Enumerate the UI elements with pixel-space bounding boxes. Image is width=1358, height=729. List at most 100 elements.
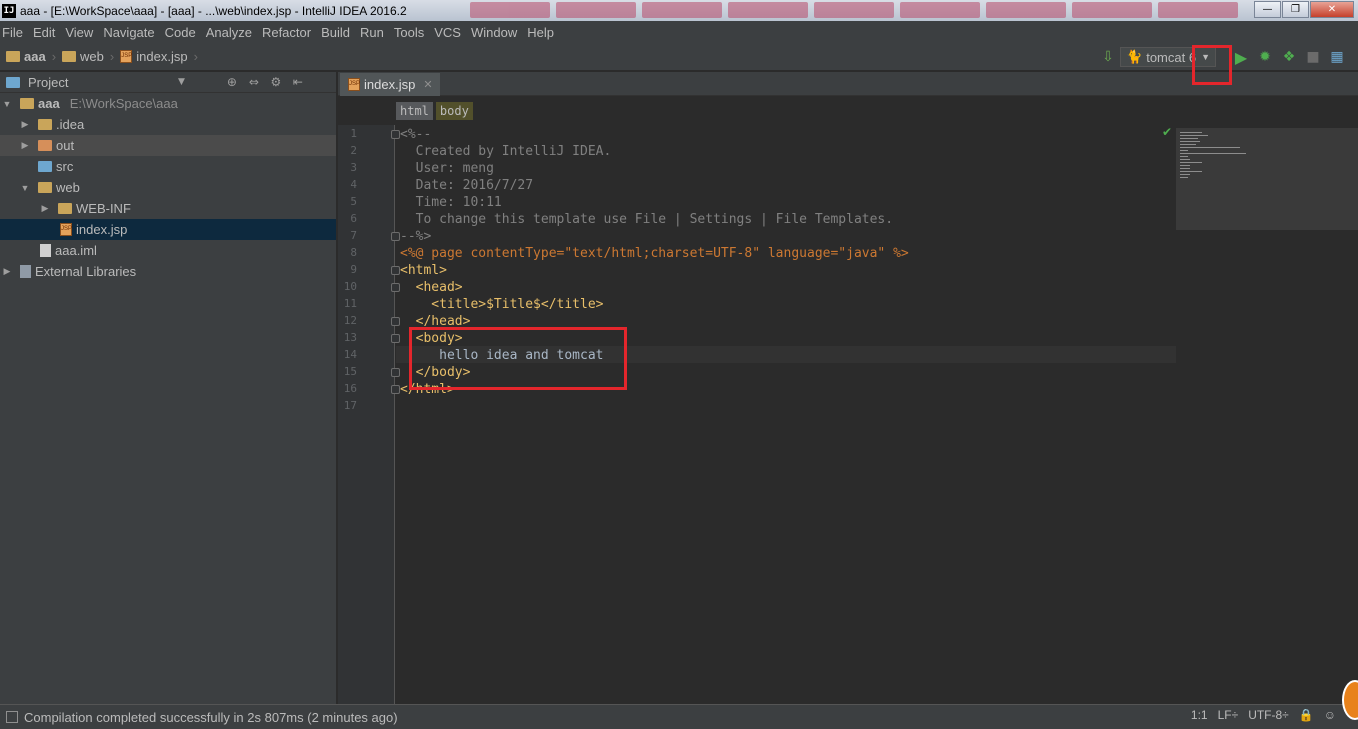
fold-marker-icon[interactable] xyxy=(391,317,400,326)
menu-help[interactable]: Help xyxy=(527,25,554,40)
tool-windows-toggle-icon[interactable] xyxy=(6,711,18,723)
tree-item-label: web xyxy=(56,180,80,195)
project-panel-title[interactable]: Project xyxy=(28,75,178,90)
tag-crumb-body[interactable]: body xyxy=(435,102,473,120)
editor-tab-bar: JSP index.jsp ✕ xyxy=(338,72,1358,96)
line-number: 16 xyxy=(343,382,357,395)
project-structure-icon[interactable]: ▦ xyxy=(1328,48,1346,66)
tree-item-idea[interactable]: ▶ .idea xyxy=(0,114,336,135)
tree-item-index-jsp[interactable]: JSP index.jsp xyxy=(0,219,336,240)
status-message[interactable]: Compilation completed successfully in 2s… xyxy=(24,710,398,725)
run-configuration-label: tomcat 6 xyxy=(1146,49,1197,65)
menu-file[interactable]: File xyxy=(2,25,23,40)
fold-marker-icon[interactable] xyxy=(391,232,400,241)
menu-refactor[interactable]: Refactor xyxy=(262,25,311,40)
run-toolbar: ⇩ 🐈 tomcat 6 ▼ ▶ ✹ ❖ ■ ▦ xyxy=(1096,43,1358,71)
menu-edit[interactable]: Edit xyxy=(33,25,55,40)
libraries-icon xyxy=(20,265,31,278)
tag-crumb-html[interactable]: html xyxy=(396,102,433,120)
collapsed-arrow-icon[interactable]: ▶ xyxy=(0,266,14,277)
chevron-right-icon: › xyxy=(109,49,115,64)
stop-icon[interactable]: ■ xyxy=(1304,48,1322,66)
tree-item-aaa-iml[interactable]: aaa.iml xyxy=(0,240,336,261)
run-icon[interactable]: ▶ xyxy=(1232,48,1250,67)
window-title: aaa - [E:\WorkSpace\aaa] - [aaa] - ...\w… xyxy=(20,3,407,18)
code-line-3: User: meng xyxy=(400,161,494,176)
menu-build[interactable]: Build xyxy=(321,25,350,40)
run-configuration-selector[interactable]: 🐈 tomcat 6 ▼ xyxy=(1120,47,1216,67)
menu-code[interactable]: Code xyxy=(165,25,196,40)
file-encoding[interactable]: UTF-8÷ xyxy=(1248,708,1289,722)
menu-navigate[interactable]: Navigate xyxy=(103,25,154,40)
line-separator[interactable]: LF÷ xyxy=(1218,708,1239,722)
web-folder-icon xyxy=(38,182,52,193)
code-line-12: </head> xyxy=(400,314,471,329)
tree-item-src[interactable]: src xyxy=(0,156,336,177)
fold-marker-icon[interactable] xyxy=(391,385,400,394)
line-number: 1 xyxy=(350,127,357,140)
nav-crumb-project-label: aaa xyxy=(24,49,46,64)
menu-tools[interactable]: Tools xyxy=(394,25,424,40)
tab-index-jsp[interactable]: JSP index.jsp ✕ xyxy=(340,73,440,96)
menu-window[interactable]: Window xyxy=(471,25,517,40)
fold-marker-icon[interactable] xyxy=(391,266,400,275)
debug-icon[interactable]: ✹ xyxy=(1256,48,1274,66)
maximize-button[interactable]: ❐ xyxy=(1282,1,1309,18)
menu-view[interactable]: View xyxy=(65,25,93,40)
tree-item-label: aaa.iml xyxy=(55,243,97,258)
menu-bar: File Edit View Navigate Code Analyze Ref… xyxy=(0,21,1358,43)
expanded-arrow-icon[interactable]: ▼ xyxy=(0,99,14,109)
minimize-button[interactable]: — xyxy=(1254,1,1281,18)
inspection-ok-check-icon[interactable]: ✔ xyxy=(1162,125,1172,139)
collapsed-arrow-icon[interactable]: ▶ xyxy=(18,140,32,151)
code-line-10: <head> xyxy=(400,280,463,295)
tree-item-external-libraries[interactable]: ▶ External Libraries xyxy=(0,261,336,282)
tree-item-aaa[interactable]: ▼ aaa E:\WorkSpace\aaa xyxy=(0,93,336,114)
caret-position[interactable]: 1:1 xyxy=(1191,708,1208,722)
nav-crumb-web[interactable]: web › xyxy=(62,49,120,64)
fold-marker-icon[interactable] xyxy=(391,130,400,139)
intellij-app-icon: IJ xyxy=(2,3,16,18)
close-tab-icon[interactable]: ✕ xyxy=(423,78,432,91)
source-folder-icon xyxy=(38,161,52,172)
lock-icon[interactable]: 🔒 xyxy=(1299,708,1314,722)
status-bar: Compilation completed successfully in 2s… xyxy=(0,704,1358,729)
fold-marker-icon[interactable] xyxy=(391,334,400,343)
line-number: 2 xyxy=(350,144,357,157)
window-controls: — ❐ ✕ xyxy=(1254,1,1354,18)
tree-item-web-inf[interactable]: ▶ WEB-INF xyxy=(0,198,336,219)
code-editor[interactable]: 1 2 3 4 5 6 7 8 9 10 11 12 13 14 15 16 1… xyxy=(338,125,1358,704)
close-button[interactable]: ✕ xyxy=(1310,1,1354,18)
nav-crumb-file[interactable]: JSP index.jsp › xyxy=(120,49,204,64)
code-line-7: --%> xyxy=(400,229,432,244)
status-widgets: 1:1 LF÷ UTF-8÷ 🔒 ☺ xyxy=(1191,708,1336,722)
menu-vcs[interactable]: VCS xyxy=(434,25,461,40)
event-log-icon[interactable]: ☺ xyxy=(1324,708,1336,722)
tree-item-label: src xyxy=(56,159,74,174)
build-icon[interactable]: ⇩ xyxy=(1099,48,1117,66)
tree-item-label: index.jsp xyxy=(76,222,128,237)
project-panel-header: Project ▼ ⊕ ⇔ ⚙ ⇤ xyxy=(0,72,336,93)
folder-icon xyxy=(38,119,52,130)
iml-file-icon xyxy=(40,244,51,257)
line-number: 15 xyxy=(343,365,357,378)
locate-icon[interactable]: ⊕ xyxy=(224,75,240,89)
collapsed-arrow-icon[interactable]: ▶ xyxy=(18,119,32,130)
nav-crumb-project[interactable]: aaa › xyxy=(6,49,62,64)
collapsed-arrow-icon[interactable]: ▶ xyxy=(38,203,52,214)
jsp-file-icon: JSP xyxy=(348,78,360,91)
tree-item-path: E:\WorkSpace\aaa xyxy=(69,96,178,111)
expanded-arrow-icon[interactable]: ▼ xyxy=(18,183,32,193)
hide-panel-icon[interactable]: ⇤ xyxy=(290,75,306,89)
run-with-coverage-icon[interactable]: ❖ xyxy=(1280,48,1298,66)
fold-marker-icon[interactable] xyxy=(391,283,400,292)
gear-icon[interactable]: ⚙ xyxy=(268,75,284,89)
tree-item-out[interactable]: ▶ out xyxy=(0,135,336,156)
menu-analyze[interactable]: Analyze xyxy=(206,25,252,40)
tree-item-web[interactable]: ▼ web xyxy=(0,177,336,198)
code-minimap[interactable] xyxy=(1176,128,1358,230)
menu-run[interactable]: Run xyxy=(360,25,384,40)
dropdown-arrow-icon[interactable]: ▼ xyxy=(178,77,185,87)
fold-marker-icon[interactable] xyxy=(391,368,400,377)
collapse-all-icon[interactable]: ⇔ xyxy=(246,75,262,89)
